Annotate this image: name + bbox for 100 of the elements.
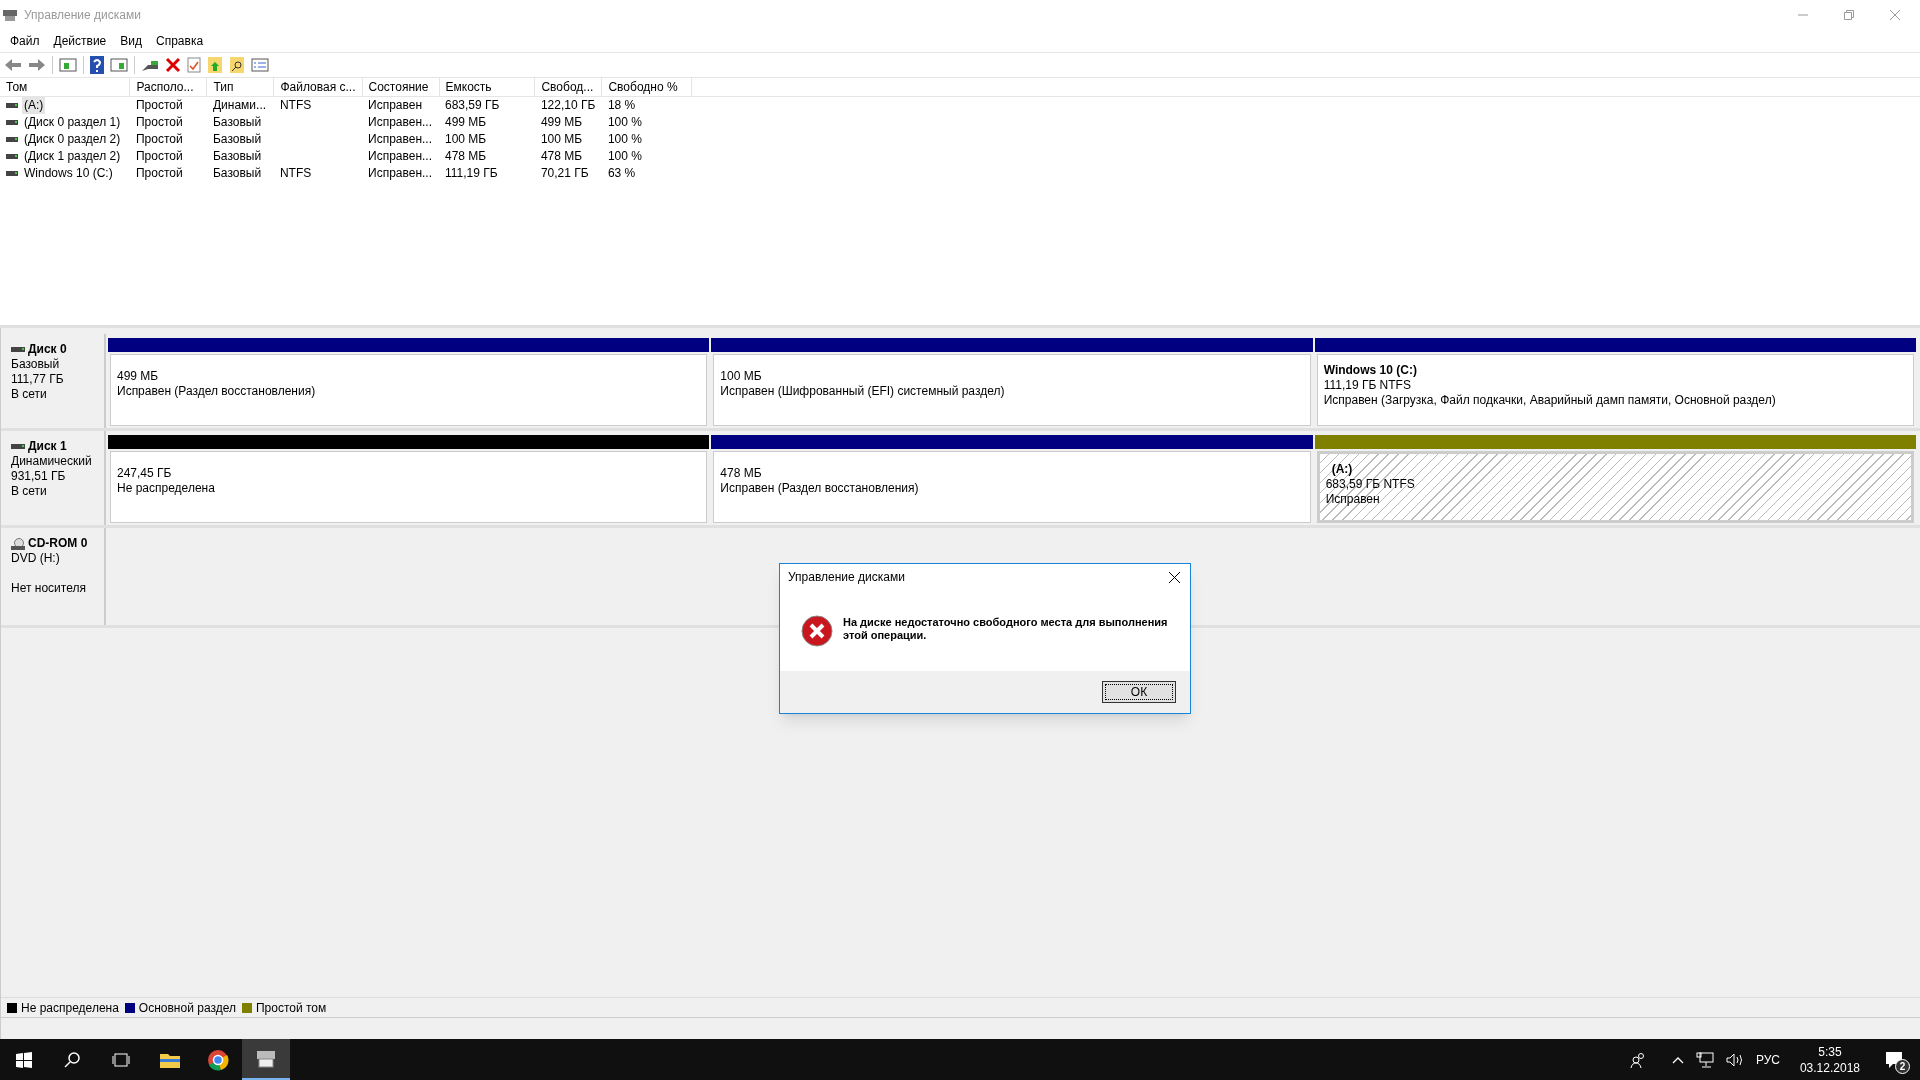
dialog-title: Управление дисками: [788, 569, 905, 586]
column-header[interactable]: Емкость: [439, 78, 535, 97]
disk-info: В сети: [11, 387, 48, 402]
column-header[interactable]: Располо...: [130, 78, 207, 97]
help-icon[interactable]: [90, 56, 104, 74]
table-cell: Исправен: [368, 98, 423, 112]
menu-item[interactable]: Справка: [149, 32, 211, 50]
partition-panel[interactable]: 478 МБ Исправен (Раздел восстановления): [713, 451, 1311, 523]
partition-panel[interactable]: 499 МБ Исправен (Раздел восстановления): [110, 354, 708, 426]
table-cell: Исправен...: [368, 166, 433, 180]
column-header[interactable]: Файловая с...: [273, 78, 362, 97]
delete-icon[interactable]: [165, 57, 181, 73]
table-cell: Исправен...: [368, 115, 433, 129]
menu-item[interactable]: Действие: [46, 32, 114, 50]
table-cell: 683,59 ГБ: [445, 98, 500, 112]
disk-info: Нет носителя: [11, 581, 87, 596]
panel-icon[interactable]: [110, 57, 128, 73]
drive-icon: [6, 153, 18, 160]
table-cell: 100 МБ: [445, 132, 487, 146]
windows-logo-icon[interactable]: [16, 1051, 32, 1068]
close-icon[interactable]: [1169, 571, 1180, 583]
checklist-icon[interactable]: [251, 57, 269, 73]
task-view-icon[interactable]: [112, 1051, 130, 1068]
error-icon: [801, 614, 833, 647]
column-header[interactable]: Свобод...: [534, 78, 602, 97]
legend-label: Основной раздел: [138, 999, 236, 1017]
network-icon[interactable]: [1695, 1051, 1714, 1068]
disk-name: Диск 1: [28, 439, 67, 454]
table-cell: 122,10 ГБ: [540, 98, 596, 112]
chevron-up-icon[interactable]: [1671, 1055, 1684, 1064]
table-cell: Базовый: [212, 149, 262, 163]
column-header[interactable]: Том: [0, 78, 130, 97]
panel-icon[interactable]: [59, 57, 77, 73]
partition-info: 111,19 ГБ NTFS: [1323, 378, 1412, 393]
partition-info: Не распределена: [117, 481, 216, 496]
volume-name[interactable]: (A:): [22, 97, 46, 114]
partition-info: Исправен (Раздел восстановления): [720, 481, 920, 496]
table-cell: Простой: [136, 115, 183, 129]
partition-panel[interactable]: Windows 10 (C:) 111,19 ГБ NTFS Исправен (Загрузка, Файл подкачки, Аварийный дамп памяти, Основной раздел): [1316, 354, 1914, 426]
table-cell: 499 МБ: [540, 115, 583, 129]
disk-info: DVD (H:): [11, 551, 61, 566]
partition-info: 499 МБ: [117, 369, 160, 384]
table-cell: Простой: [136, 98, 183, 112]
notification-button[interactable]: 2: [1874, 1039, 1914, 1080]
table-cell: Исправен...: [368, 132, 433, 146]
table-cell: Базовый: [212, 132, 262, 146]
checked-document-icon[interactable]: [187, 57, 201, 73]
language-indicator[interactable]: РУС: [1755, 1050, 1780, 1069]
table-cell: 478 МБ: [445, 149, 487, 163]
menu-item[interactable]: Вид: [113, 32, 149, 50]
drive-icon: [11, 346, 25, 353]
taskbar-app-button[interactable]: [242, 1039, 290, 1080]
disk-info: 111,77 ГБ: [11, 372, 65, 387]
table-cell: Простой: [136, 166, 183, 180]
column-header[interactable]: Состояние: [362, 78, 439, 97]
partition-info: Исправен: [1325, 492, 1381, 507]
disk-name: Диск 0: [28, 342, 67, 357]
partition-info: Исправен (Раздел восстановления): [117, 384, 317, 399]
volume-name[interactable]: (Диск 0 раздел 1): [22, 114, 123, 131]
volume-name[interactable]: (Диск 0 раздел 2): [22, 131, 123, 148]
folder-search-icon[interactable]: [229, 56, 245, 74]
partition-panel[interactable]: 100 МБ Исправен (Шифрованный (EFI) системный раздел): [713, 354, 1311, 426]
disk-name: CD-ROM 0: [28, 536, 88, 551]
people-icon[interactable]: [1629, 1051, 1646, 1068]
forward-arrow-icon[interactable]: [28, 57, 46, 73]
table-cell: Простой: [136, 149, 183, 163]
partition-panel[interactable]: (A:) 683,59 ГБ NTFS Исправен: [1316, 451, 1914, 523]
menu-item[interactable]: Файл: [3, 32, 47, 50]
table-cell: 111,19 ГБ: [445, 166, 498, 180]
error-message: На диске недостаточно свободного места для выполнения этой операции.: [843, 615, 1169, 642]
table-cell: 100 %: [607, 149, 642, 163]
column-header[interactable]: Свободно %: [601, 78, 692, 97]
drive-icon: [6, 102, 18, 109]
folder-up-icon[interactable]: [207, 56, 223, 74]
partition-title: (A:): [1330, 462, 1354, 477]
clock[interactable]: 5:35 03.12.2018: [1799, 1043, 1860, 1076]
table-cell: 100 МБ: [540, 132, 583, 146]
table-cell: 478 МБ: [540, 149, 583, 163]
table-cell: NTFS: [279, 98, 312, 112]
table-cell: 499 МБ: [445, 115, 487, 129]
search-icon[interactable]: [64, 1051, 80, 1068]
partition-info: 100 МБ: [720, 369, 763, 384]
table-cell: 18 %: [607, 98, 636, 112]
legend-label: Не распределена: [21, 999, 119, 1017]
partition-info: Исправен (Загрузка, Файл подкачки, Аварийный дамп памяти, Основной раздел): [1323, 393, 1777, 408]
table-cell: 63 %: [607, 166, 636, 180]
volume-name[interactable]: (Диск 1 раздел 2): [22, 148, 123, 165]
speaker-icon[interactable]: [1725, 1051, 1744, 1068]
restore-icon[interactable]: [1844, 10, 1854, 20]
column-header[interactable]: Тип: [206, 78, 274, 97]
browser-icon: [207, 1048, 229, 1071]
cd-drive-icon: [11, 537, 25, 550]
table-cell: 70,21 ГБ: [540, 166, 589, 180]
ok-button[interactable]: ОК: [1102, 681, 1176, 703]
partition-info: 683,59 ГБ NTFS: [1325, 477, 1416, 492]
disk-management-icon: [255, 1048, 277, 1069]
volume-name[interactable]: Windows 10 (C:): [22, 165, 115, 182]
back-arrow-icon[interactable]: [4, 57, 22, 73]
drive-icon: [6, 136, 18, 143]
partition-panel[interactable]: 247,45 ГБ Не распределена: [110, 451, 708, 523]
